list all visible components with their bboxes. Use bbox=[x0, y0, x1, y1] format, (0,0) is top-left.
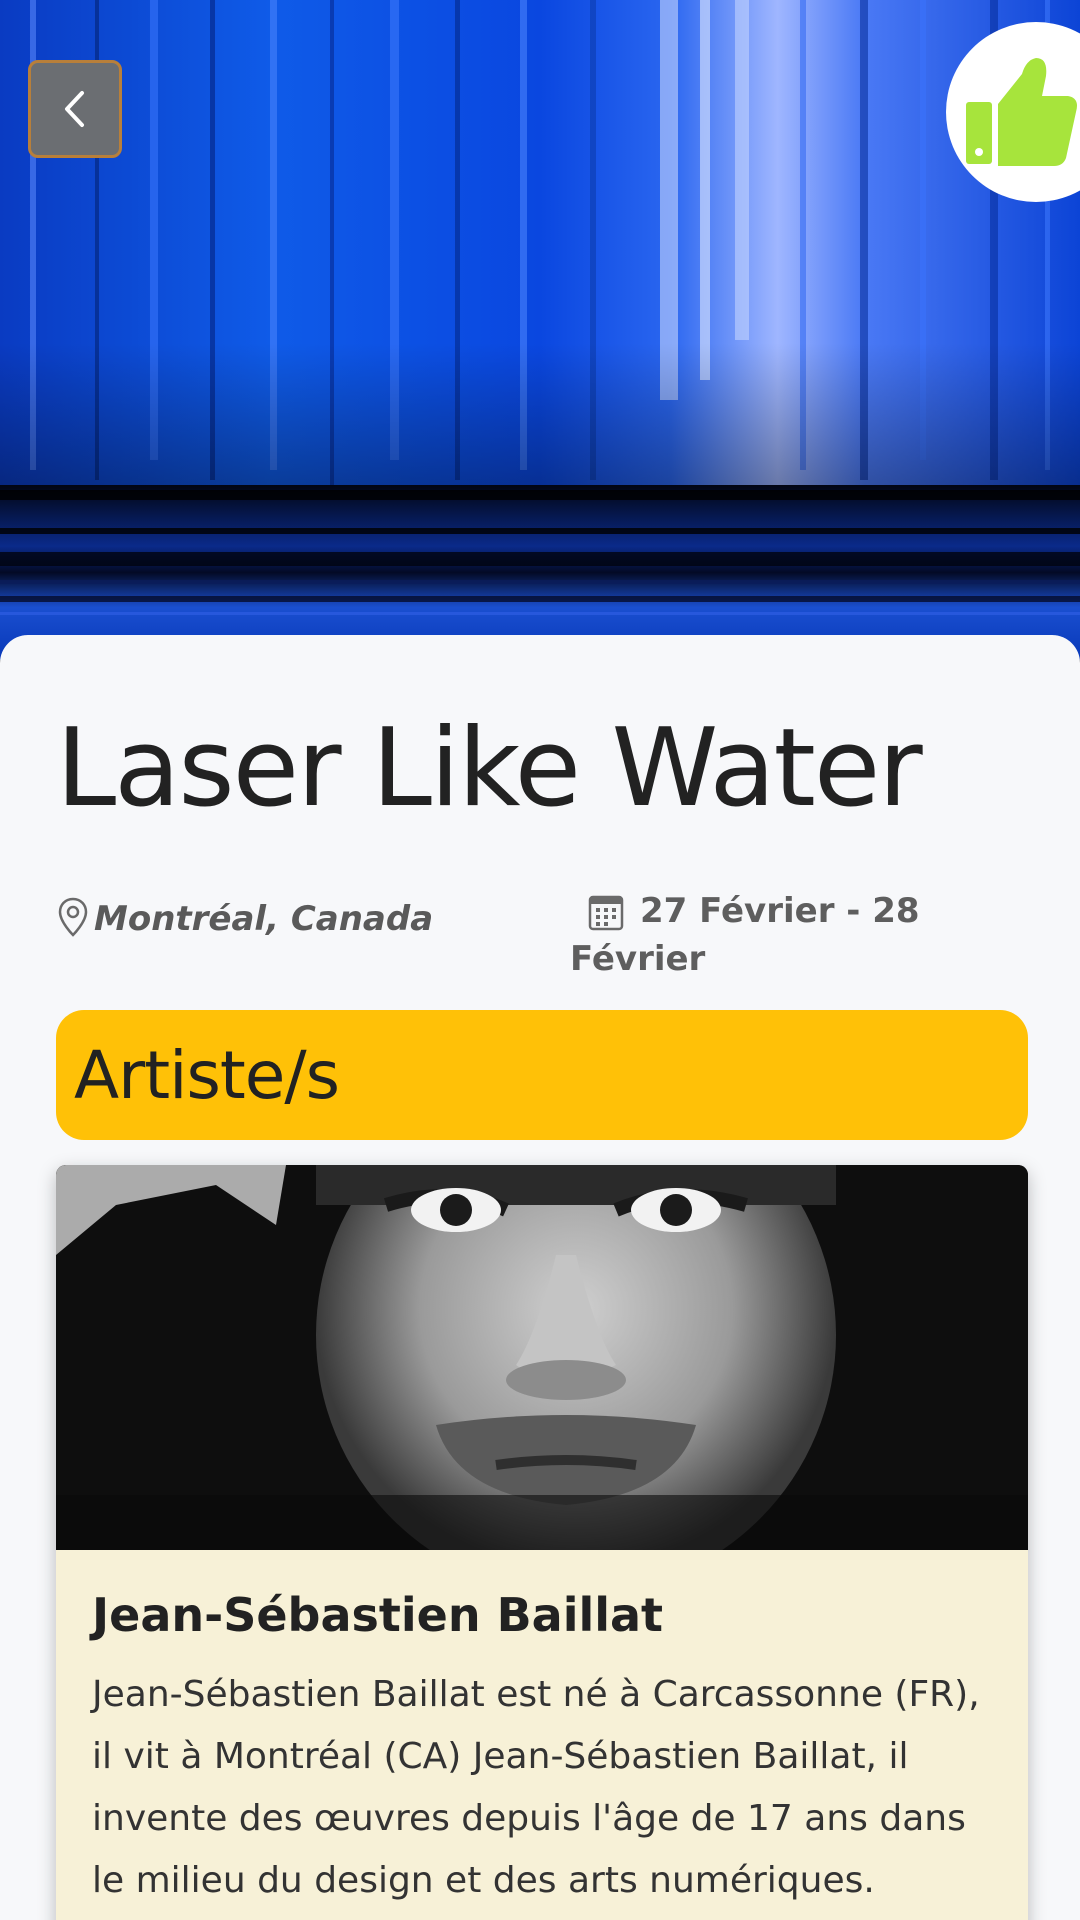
back-button[interactable] bbox=[28, 60, 122, 158]
artist-info: Jean-Sébastien Baillat Jean-Sébastien Ba… bbox=[56, 1550, 1028, 1912]
artist-card[interactable]: Jean-Sébastien Baillat Jean-Sébastien Ba… bbox=[56, 1165, 1028, 1920]
artist-photo bbox=[56, 1165, 1028, 1550]
event-location: Montréal, Canada bbox=[58, 897, 433, 941]
artists-section-header: Artiste/s bbox=[56, 1010, 1028, 1140]
event-date-text: 27 Février - 28 Février bbox=[570, 891, 920, 979]
event-hero-image bbox=[0, 0, 1080, 660]
calendar-icon bbox=[588, 893, 624, 935]
artists-heading: Artiste/s bbox=[74, 1036, 340, 1114]
artist-bio: Jean-Sébastien Baillat est né à Carcasso… bbox=[92, 1674, 980, 1901]
event-details-panel: Laser Like Water Montréal, Canada 27 Fév… bbox=[0, 635, 1080, 1920]
map-pin-icon bbox=[58, 897, 88, 941]
event-date: 27 Février - 28 Février bbox=[570, 887, 970, 983]
chevron-left-icon bbox=[62, 89, 88, 129]
event-location-text: Montréal, Canada bbox=[94, 899, 434, 939]
event-title: Laser Like Water bbox=[56, 706, 923, 831]
event-detail-screen: Laser Like Water Montréal, Canada 27 Fév… bbox=[0, 0, 1080, 1920]
artist-name: Jean-Sébastien Baillat bbox=[92, 1588, 664, 1642]
